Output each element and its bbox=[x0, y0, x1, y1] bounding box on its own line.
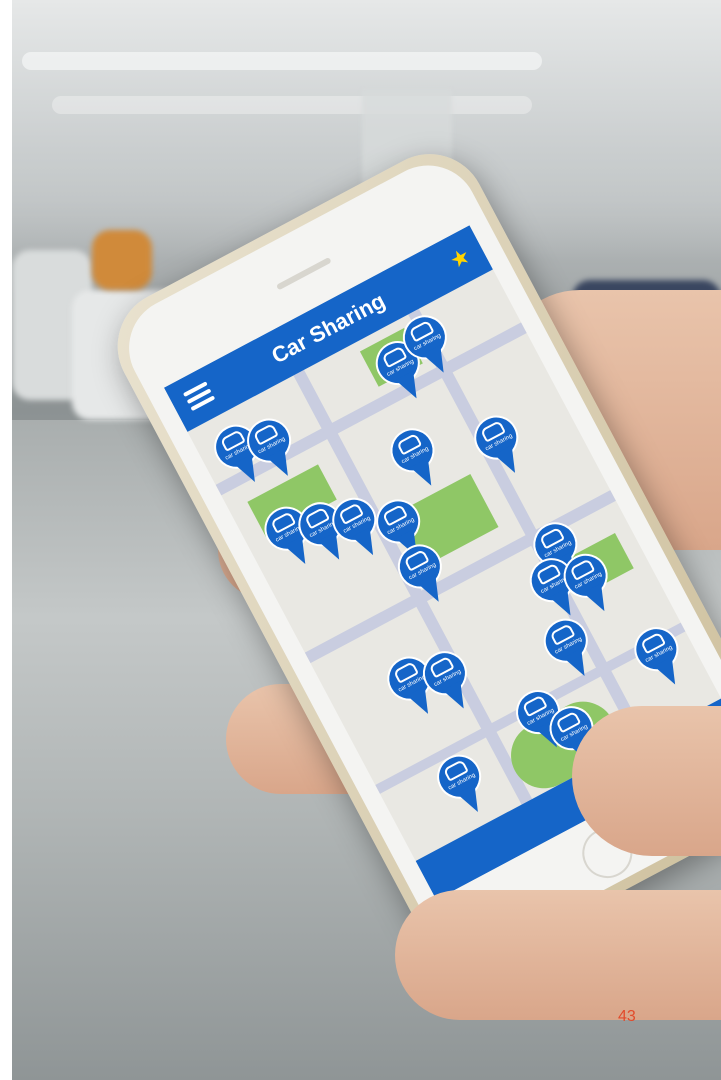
ceiling-beam bbox=[22, 52, 542, 70]
left-margin-stripe bbox=[0, 0, 12, 1080]
page-number: 43 bbox=[618, 1008, 636, 1025]
ceiling-beam bbox=[52, 96, 532, 114]
map-pin-icon[interactable]: car sharing bbox=[382, 420, 451, 496]
hand-finger bbox=[395, 890, 721, 1020]
orange-sign bbox=[92, 230, 152, 290]
phone-speaker bbox=[275, 256, 332, 291]
